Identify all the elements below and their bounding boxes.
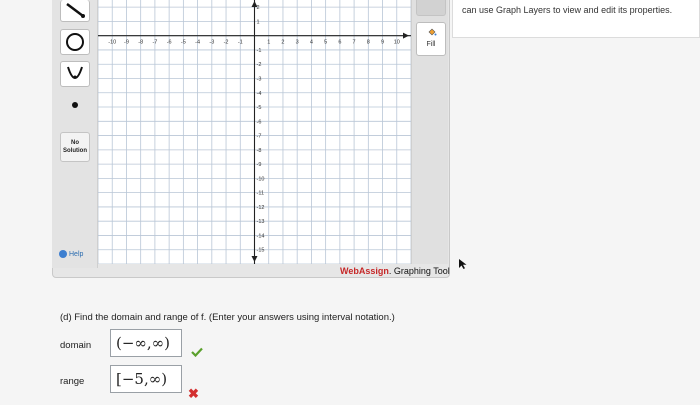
y-tick-label: -5 — [257, 105, 262, 111]
x-tick-label: -2 — [224, 40, 229, 46]
x-tick-label: -4 — [195, 40, 200, 46]
parabola-tool-button[interactable] — [60, 61, 90, 87]
domain-input[interactable]: (−∞,∞) — [110, 329, 182, 357]
fill-label: Fill — [426, 41, 436, 48]
y-tick-label: 2 — [257, 5, 260, 11]
circle-tool-button[interactable] — [60, 29, 90, 55]
incorrect-x-icon: ✖ — [188, 386, 199, 401]
y-tick-label: -15 — [257, 248, 265, 254]
y-tick-label: -10 — [257, 176, 265, 182]
y-tick-label: -4 — [257, 91, 262, 97]
brand-suffix: . Graphing Tool — [388, 266, 450, 276]
x-tick-label: -1 — [238, 40, 243, 46]
y-tick-label: -2 — [257, 62, 262, 68]
x-tick-label: 8 — [367, 40, 370, 46]
circle-icon — [66, 33, 84, 51]
y-tick-label: -14 — [257, 233, 265, 239]
x-tick-label: 2 — [281, 40, 284, 46]
x-tick-label: -10 — [108, 40, 116, 46]
x-tick-label: -3 — [209, 40, 214, 46]
y-tick-label: -9 — [257, 162, 262, 168]
y-tick-label: -13 — [257, 219, 265, 225]
graph-tool-right-panel: Fill — [411, 0, 448, 264]
x-tick-label: 7 — [353, 40, 356, 46]
y-tick-label: -1 — [257, 48, 262, 54]
hint-text: can use Graph Layers to view and edit it… — [462, 5, 673, 15]
line-tool-icon — [66, 2, 85, 18]
parabola-icon — [67, 66, 83, 79]
y-tick-label: -12 — [257, 205, 265, 211]
y-tick-label: -3 — [257, 76, 262, 82]
no-solution-button[interactable]: No Solution — [60, 132, 90, 162]
x-tick-label: -9 — [124, 40, 129, 46]
point-tool-button[interactable] — [60, 92, 90, 118]
correct-check-icon — [191, 347, 203, 357]
help-link[interactable]: Help — [59, 250, 83, 258]
y-tick-label: -7 — [257, 134, 262, 140]
help-label: Help — [69, 250, 84, 258]
x-tick-label: 6 — [338, 40, 341, 46]
layers-button[interactable] — [416, 0, 446, 16]
line-tool-button[interactable] — [60, 0, 90, 22]
x-tick-label: -5 — [181, 40, 186, 46]
help-icon — [59, 250, 67, 258]
graph-toolbar: No Solution Help — [52, 0, 98, 268]
brand-name: WebAssign — [340, 266, 389, 276]
y-axis-arrow — [251, 256, 258, 262]
x-tick-label: 4 — [310, 40, 313, 46]
x-tick-label: -8 — [138, 40, 143, 46]
graph-canvas[interactable]: -10 -9 -8 -7 -6 -5 -4 -3 -2 -1 1 2 3 4 5 6 7 8 9 10 2 1 -1 -2 -3… — [98, 0, 411, 264]
webassign-brand: WebAssign. Graphing Tool — [340, 266, 450, 276]
coordinate-grid[interactable]: -10 -9 -8 -7 -6 -5 -4 -3 -2 -1 1 2 3 4 5 6 7 8 9 1021-1-2-3… — [98, 0, 411, 264]
x-tick-label: 10 — [394, 40, 400, 46]
y-tick-label: 1 — [257, 19, 260, 25]
x-tick-label: 5 — [324, 40, 327, 46]
x-tick-label: 9 — [381, 40, 384, 46]
y-tick-label: -8 — [257, 148, 262, 154]
range-input[interactable]: [−5,∞) — [110, 365, 182, 393]
x-tick-label: 3 — [296, 40, 299, 46]
domain-label: domain — [60, 340, 92, 351]
y-tick-label: -11 — [257, 191, 265, 197]
point-icon — [72, 102, 78, 108]
mouse-pointer-icon — [459, 259, 467, 269]
screen: No Solution Help -10 -9 -8 -7 -6 -5 -4 -3 -2 -1 1 2… — [0, 0, 700, 405]
range-label: range — [60, 376, 85, 387]
x-tick-label: 1 — [267, 40, 270, 46]
y-tick-label: -6 — [257, 119, 262, 125]
fill-button[interactable]: Fill — [416, 22, 446, 56]
x-axis-arrow — [403, 32, 409, 39]
question-text: (d) Find the domain and range of f. (Ent… — [60, 312, 395, 323]
fill-bucket-icon — [428, 28, 437, 36]
x-tick-label: -6 — [167, 40, 172, 46]
x-tick-label: -7 — [152, 40, 157, 46]
